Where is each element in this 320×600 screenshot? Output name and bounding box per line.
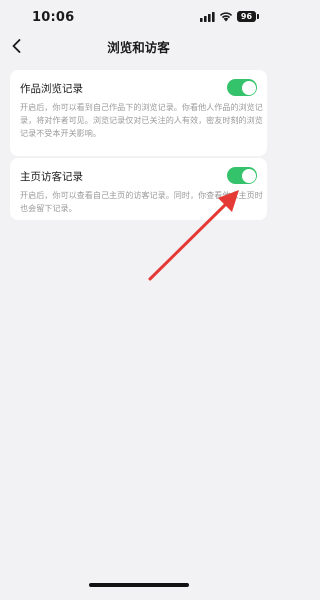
page-title: 浏览和访客 bbox=[107, 40, 170, 55]
toggle-knob bbox=[241, 80, 256, 95]
setting-description: 开启后，你可以看到自己作品下的浏览记录。你看他人作品的浏览记录，将对作者可见。浏… bbox=[20, 102, 263, 138]
battery-tip bbox=[257, 14, 259, 19]
setting-title: 作品浏览记录 bbox=[20, 83, 83, 95]
nav-bar: 浏览和访客 bbox=[0, 34, 277, 58]
wifi-icon bbox=[219, 12, 233, 22]
battery-icon: 96 bbox=[237, 11, 256, 22]
work-views-toggle[interactable] bbox=[227, 79, 257, 96]
battery-level: 96 bbox=[240, 12, 253, 21]
toggle-knob bbox=[241, 168, 256, 183]
status-bar: 10:06 96 bbox=[0, 0, 277, 34]
setting-card-work-views: 作品浏览记录 开启后，你可以看到自己作品下的浏览记录。你看他人作品的浏览记录，将… bbox=[10, 70, 267, 156]
profile-visitors-toggle[interactable] bbox=[227, 167, 257, 184]
setting-description: 开启后，你可以查看自己主页的访客记录。同时，你查看他人主页时也会留下记录。 bbox=[20, 190, 263, 213]
setting-card-profile-visitors: 主页访客记录 开启后，你可以查看自己主页的访客记录。同时，你查看他人主页时也会留… bbox=[10, 158, 267, 220]
signal-icon bbox=[200, 12, 215, 22]
status-time: 10:06 bbox=[32, 10, 75, 25]
home-indicator bbox=[89, 583, 189, 587]
setting-title: 主页访客记录 bbox=[20, 171, 83, 183]
